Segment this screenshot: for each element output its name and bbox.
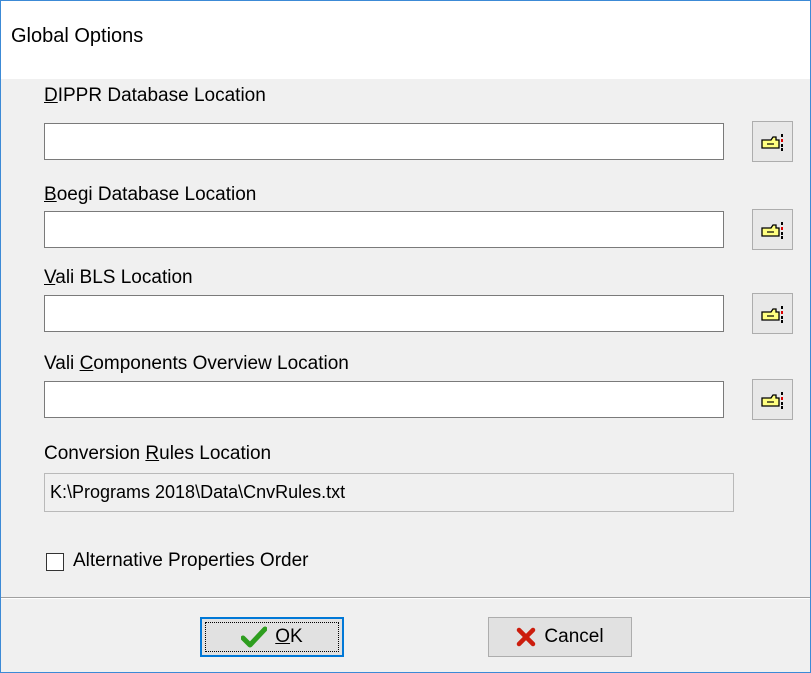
x-icon: [517, 627, 536, 647]
title-bar: Global Options: [1, 1, 810, 79]
vali-bls-location-label: Vali BLS Location: [44, 267, 193, 288]
boegi-location-label: Boegi Database Location: [44, 184, 257, 205]
boegi-location-input[interactable]: [44, 211, 724, 248]
cancel-button[interactable]: Cancel: [488, 617, 632, 657]
ok-label: OK: [275, 626, 303, 647]
pointing-hand-folder-icon: [760, 391, 783, 409]
vali-bls-location-input[interactable]: [44, 295, 724, 332]
ok-button[interactable]: OK: [200, 617, 344, 657]
divider: [1, 597, 810, 599]
dippr-browse-button[interactable]: [752, 121, 793, 162]
pointing-hand-folder-icon: [760, 133, 783, 151]
boegi-browse-button[interactable]: [752, 209, 793, 250]
vali-components-location-input[interactable]: [44, 381, 724, 418]
focus-rect: [205, 622, 339, 652]
cancel-label: Cancel: [544, 626, 604, 647]
conversion-rules-field: K:\Programs 2018\Data\CnvRules.txt: [44, 473, 734, 512]
dippr-location-input[interactable]: [44, 123, 724, 160]
alternative-order-label[interactable]: Alternative Properties Order: [73, 550, 309, 572]
vali-components-location-label: Vali Components Overview Location: [44, 353, 349, 374]
dialog-title: Global Options: [11, 25, 144, 47]
conversion-rules-label: Conversion Rules Location: [44, 443, 272, 464]
alternative-order-checkbox[interactable]: [46, 553, 64, 571]
vali-bls-browse-button[interactable]: [752, 293, 793, 334]
pointing-hand-folder-icon: [760, 305, 783, 323]
pointing-hand-folder-icon: [760, 221, 783, 239]
global-options-dialog: Global Options DIPPR Database Location B…: [0, 0, 811, 673]
vali-components-browse-button[interactable]: [752, 379, 793, 420]
dippr-location-label: DIPPR Database Location: [44, 85, 266, 106]
checkmark-icon: [241, 626, 268, 648]
